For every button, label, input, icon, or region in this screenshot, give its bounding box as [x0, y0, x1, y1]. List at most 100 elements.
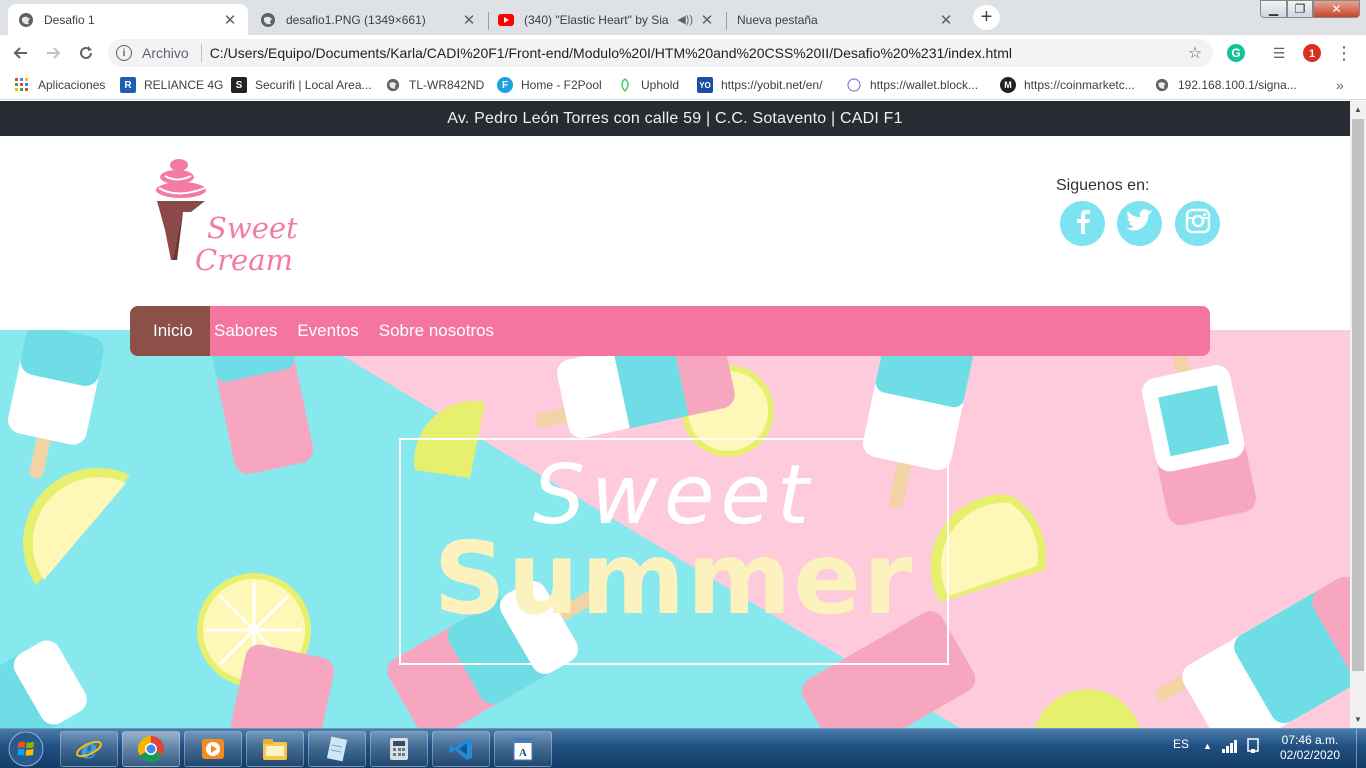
bookmark-aplicaciones[interactable]: Aplicaciones	[14, 76, 105, 94]
hero-banner: Sweet Summer	[0, 330, 1350, 728]
uphold-icon	[617, 77, 633, 93]
bookmark-f2pool[interactable]: F Home - F2Pool	[497, 76, 602, 94]
bookmark-label: RELIANCE 4G	[144, 78, 224, 92]
notepad-icon	[326, 736, 348, 762]
speaker-icon[interactable]: ◀))	[677, 13, 693, 26]
show-desktop-button[interactable]	[1356, 729, 1366, 768]
internet-explorer-icon: e	[76, 735, 102, 763]
globe-icon	[1154, 77, 1170, 93]
facebook-icon	[1070, 208, 1096, 239]
main-nav: Inicio Sabores Eventos Sobre nosotros	[130, 306, 1210, 356]
language-indicator[interactable]: ES	[1173, 737, 1189, 751]
grammarly-icon[interactable]: G	[1226, 43, 1246, 63]
action-center-icon[interactable]	[1245, 738, 1261, 757]
new-tab-button[interactable]: +	[973, 5, 1000, 30]
taskbar-wordpad[interactable]: A	[494, 731, 552, 767]
instagram-link[interactable]	[1175, 201, 1220, 246]
instagram-icon	[1185, 208, 1211, 239]
bookmark-label: Uphold	[641, 78, 680, 92]
menu-icon[interactable]: ⋮	[1334, 43, 1354, 63]
twitter-icon	[1125, 209, 1154, 238]
close-tab-icon[interactable]: ✕	[461, 11, 477, 29]
bookmark-reliance[interactable]: R RELIANCE 4G	[120, 76, 223, 94]
system-clock[interactable]: 07:46 a.m. 02/02/2020	[1270, 733, 1350, 763]
nav-item-eventos[interactable]: Eventos	[287, 306, 368, 356]
bookmark-blockchain-wallet[interactable]: https://wallet.block...	[846, 76, 978, 94]
address-bar[interactable]: i Archivo C:/Users/Equipo/Documents/Karl…	[108, 39, 1213, 67]
bookmark-yobit[interactable]: YO https://yobit.net/en/	[697, 76, 822, 94]
scroll-up-arrow-icon[interactable]: ▲	[1350, 101, 1366, 118]
taskbar-internet-explorer[interactable]: e	[60, 731, 118, 767]
page-viewport: Av. Pedro León Torres con calle 59 | C.C…	[0, 101, 1350, 728]
scrollbar-thumb[interactable]	[1352, 119, 1364, 671]
sweet-cream-logo[interactable]: Sweet Cream	[147, 155, 298, 281]
bookmarks-bar: Aplicaciones R RELIANCE 4G S Securifi | …	[0, 71, 1366, 100]
bookmark-label: Securifi | Local Area...	[255, 78, 372, 92]
close-tab-icon[interactable]: ✕	[699, 11, 715, 29]
clock-time: 07:46 a.m.	[1281, 733, 1339, 747]
network-signal-icon[interactable]	[1222, 739, 1238, 756]
media-queue-icon[interactable]: ☰	[1269, 43, 1289, 63]
yobit-icon: YO	[697, 77, 713, 93]
browser-toolbar: i Archivo C:/Users/Equipo/Documents/Karl…	[0, 35, 1366, 71]
tab-youtube[interactable]: (340) "Elastic Heart" by Sia - ◀)) ✕	[488, 4, 725, 35]
close-window-button[interactable]: ✕	[1313, 0, 1360, 18]
facebook-link[interactable]	[1060, 201, 1105, 246]
maximize-window-button[interactable]: ❐	[1287, 0, 1313, 18]
scheme-label: Archivo	[142, 45, 189, 61]
twitter-link[interactable]	[1117, 201, 1162, 246]
url-text[interactable]: C:/Users/Equipo/Documents/Karla/CADI%20F…	[210, 45, 1183, 61]
bookmark-label: https://coinmarketc...	[1024, 78, 1135, 92]
vertical-scrollbar[interactable]: ▲ ▼	[1350, 101, 1366, 728]
scroll-down-arrow-icon[interactable]: ▼	[1350, 711, 1366, 728]
bookmark-uphold[interactable]: Uphold	[617, 76, 679, 94]
chrome-icon	[137, 735, 164, 763]
bookmark-label: https://wallet.block...	[870, 78, 979, 92]
start-button[interactable]	[4, 731, 48, 767]
taskbar-calculator[interactable]	[370, 731, 428, 767]
apps-grid-icon	[14, 77, 30, 93]
reload-button[interactable]	[73, 40, 99, 66]
tab-title: (340) "Elastic Heart" by Sia -	[524, 12, 672, 27]
svg-text:G: G	[1231, 46, 1240, 60]
bookmark-coinmarketcap[interactable]: M https://coinmarketc...	[1000, 76, 1135, 94]
bookmark-router[interactable]: 192.168.100.1/signa...	[1154, 76, 1297, 94]
address-bar-strip: Av. Pedro León Torres con calle 59 | C.C…	[0, 101, 1350, 136]
show-hidden-icons-icon[interactable]: ▲	[1203, 741, 1212, 751]
bookmark-tl-wr842nd[interactable]: TL-WR842ND	[385, 76, 484, 94]
logo-text-sweet: Sweet	[207, 211, 298, 245]
bookmark-star-icon[interactable]: ☆	[1183, 43, 1207, 63]
more-bookmarks-button[interactable]: »	[1336, 77, 1344, 93]
clock-date: 02/02/2020	[1279, 748, 1341, 762]
tab-desafio1-png[interactable]: desafio1.PNG (1349×661) ✕	[250, 4, 487, 35]
extension-icon[interactable]: 1	[1302, 43, 1322, 63]
minimize-window-button[interactable]: ▁	[1260, 0, 1287, 18]
omnibox-divider	[200, 44, 202, 62]
file-explorer-icon	[263, 739, 287, 760]
taskbar-file-explorer[interactable]	[246, 731, 304, 767]
svg-text:e: e	[81, 735, 98, 763]
globe-icon	[260, 12, 276, 28]
f2pool-icon: F	[497, 77, 513, 93]
tab-desafio-1[interactable]: Desafio 1 ✕	[8, 4, 248, 35]
coinmarketcap-icon: M	[1000, 77, 1016, 93]
taskbar-media-player[interactable]	[184, 731, 242, 767]
address-text: Av. Pedro León Torres con calle 59 | C.C…	[447, 109, 903, 127]
tab-strip: Desafio 1 ✕ desafio1.PNG (1349×661) ✕ (3…	[0, 0, 1366, 35]
windows-taskbar: e A ES ▲ 07:46 a.m. 02/02/2020	[0, 728, 1366, 768]
taskbar-chrome[interactable]	[122, 731, 180, 767]
taskbar-vscode[interactable]	[432, 731, 490, 767]
taskbar-notepad[interactable]	[308, 731, 366, 767]
nav-item-sobre-nosotros[interactable]: Sobre nosotros	[369, 306, 504, 356]
windows-logo-icon	[8, 731, 44, 767]
wordpad-icon: A	[513, 737, 533, 761]
back-button[interactable]	[8, 40, 34, 66]
tab-nueva-pestana[interactable]: Nueva pestaña ✕	[727, 4, 964, 35]
bookmark-securifi[interactable]: S Securifi | Local Area...	[231, 76, 372, 94]
info-icon[interactable]: i	[116, 45, 132, 61]
nav-item-sabores[interactable]: Sabores	[210, 306, 287, 356]
close-tab-icon[interactable]: ✕	[222, 11, 238, 29]
nav-item-inicio[interactable]: Inicio	[130, 306, 210, 356]
close-tab-icon[interactable]: ✕	[938, 11, 954, 29]
forward-button[interactable]	[40, 40, 66, 66]
